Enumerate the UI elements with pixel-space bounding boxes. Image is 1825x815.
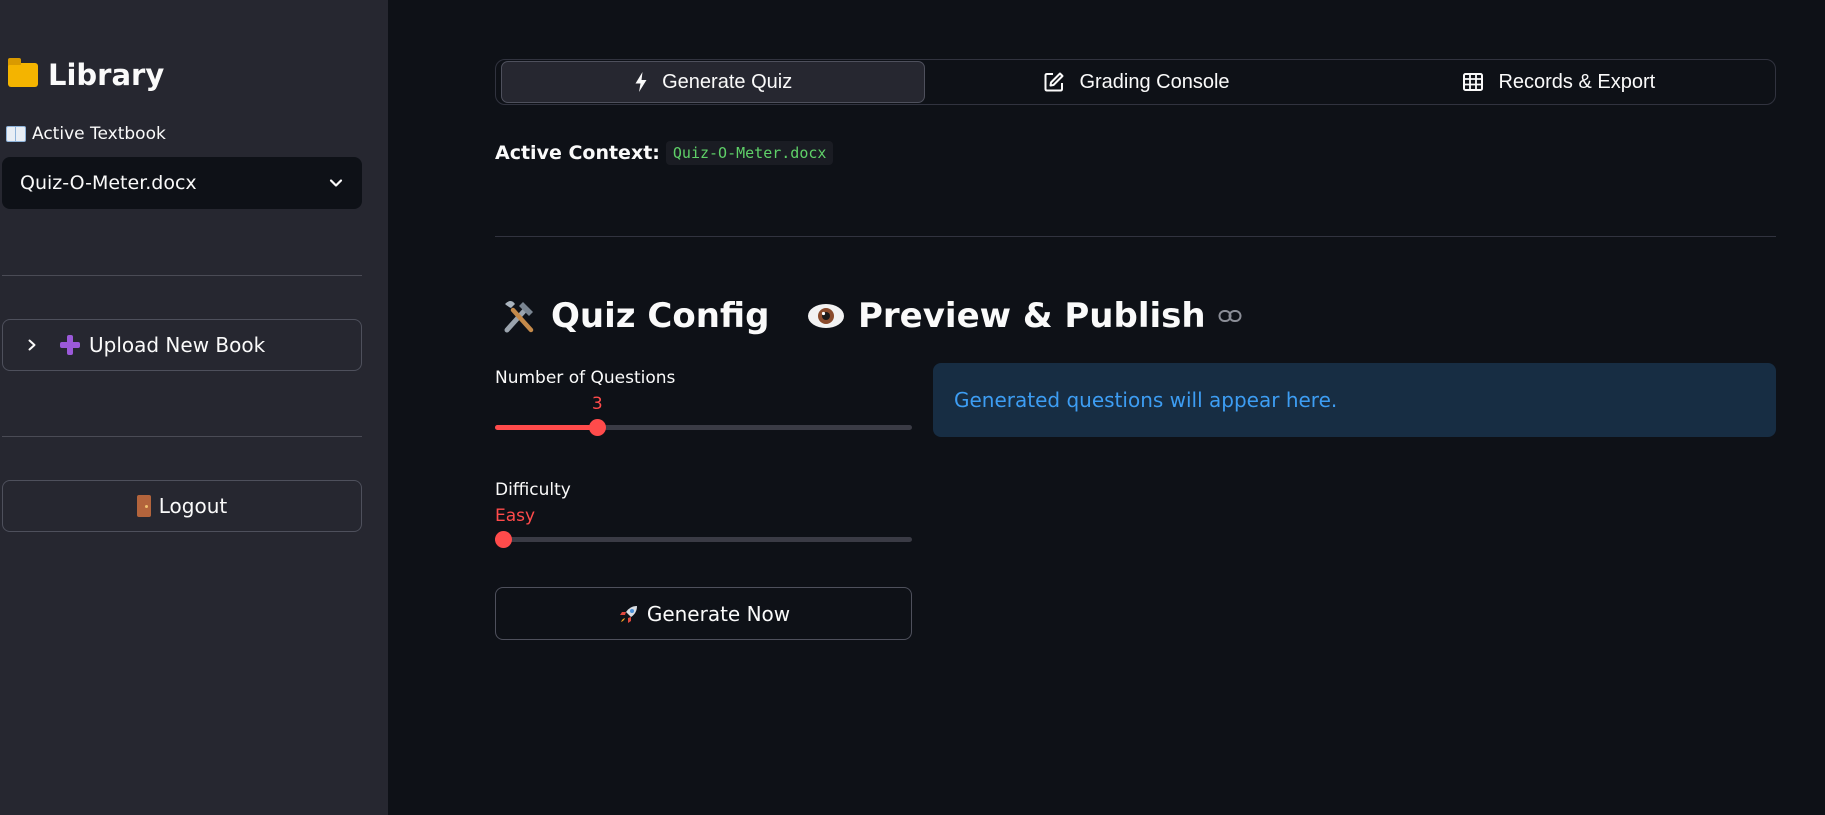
tab-generate-quiz[interactable]: Generate Quiz [501, 61, 926, 103]
active-context: Active Context: Quiz-O-Meter.docx [495, 141, 834, 165]
chevron-down-icon [328, 175, 344, 191]
active-context-label: Active Context: [495, 142, 660, 164]
tab-label: Records & Export [1498, 70, 1656, 93]
sidebar: Library Active Textbook Quiz-O-Meter.doc… [0, 0, 388, 815]
preview-info-box: Generated questions will appear here. [933, 363, 1776, 437]
sidebar-title-text: Library [48, 58, 165, 92]
upload-new-book-expander[interactable]: Upload New Book [2, 319, 362, 371]
num-questions-slider-fill [495, 425, 598, 430]
edit-icon [1043, 71, 1065, 93]
quiz-config-title: Quiz Config [499, 296, 769, 336]
num-questions-slider-thumb[interactable] [589, 419, 607, 436]
difficulty-value: Easy [495, 506, 536, 526]
difficulty-slider-thumb[interactable] [495, 531, 512, 548]
generate-now-label: Generate Now [646, 601, 791, 626]
num-questions-value: 3 [591, 394, 603, 414]
preview-publish-title-text: Preview & Publish [858, 296, 1206, 336]
generate-now-button[interactable]: Generate Now [495, 587, 912, 640]
door-icon [136, 495, 151, 517]
tools-icon [499, 296, 539, 336]
upload-new-book-label: Upload New Book [89, 333, 266, 357]
textbook-select-value: Quiz-O-Meter.docx [20, 172, 197, 194]
folder-icon [8, 58, 38, 87]
num-questions-slider[interactable] [495, 419, 912, 436]
table-icon [1462, 71, 1484, 93]
main-content: Generate Quiz Grading Console Records & … [388, 0, 1825, 815]
link-icon[interactable] [1218, 309, 1242, 323]
tab-bar: Generate Quiz Grading Console Records & … [495, 59, 1776, 105]
sidebar-divider [2, 436, 362, 437]
chevron-right-icon [25, 338, 39, 352]
tab-records-export[interactable]: Records & Export [1348, 60, 1770, 104]
active-context-value: Quiz-O-Meter.docx [665, 141, 834, 165]
bolt-icon [634, 71, 648, 93]
active-textbook-label-text: Active Textbook [32, 124, 166, 144]
difficulty-label: Difficulty [495, 480, 571, 500]
preview-empty-message: Generated questions will appear here. [954, 388, 1338, 412]
tab-label: Generate Quiz [662, 70, 793, 93]
plus-icon [59, 334, 81, 356]
sidebar-title: Library [8, 58, 164, 92]
logout-button[interactable]: Logout [2, 480, 362, 532]
tab-grading-console[interactable]: Grading Console [925, 60, 1347, 104]
sidebar-divider [2, 275, 362, 276]
difficulty-slider[interactable] [495, 531, 912, 548]
rocket-icon [617, 602, 641, 626]
preview-publish-title: Preview & Publish [806, 296, 1242, 336]
textbook-select[interactable]: Quiz-O-Meter.docx [2, 157, 362, 209]
num-questions-label: Number of Questions [495, 368, 676, 388]
active-textbook-label: Active Textbook [6, 124, 166, 144]
eye-icon [806, 299, 846, 333]
quiz-config-title-text: Quiz Config [551, 296, 770, 336]
book-icon [6, 126, 26, 142]
tab-label: Grading Console [1079, 70, 1230, 93]
logout-label: Logout [158, 494, 228, 518]
main-divider [495, 236, 1776, 237]
